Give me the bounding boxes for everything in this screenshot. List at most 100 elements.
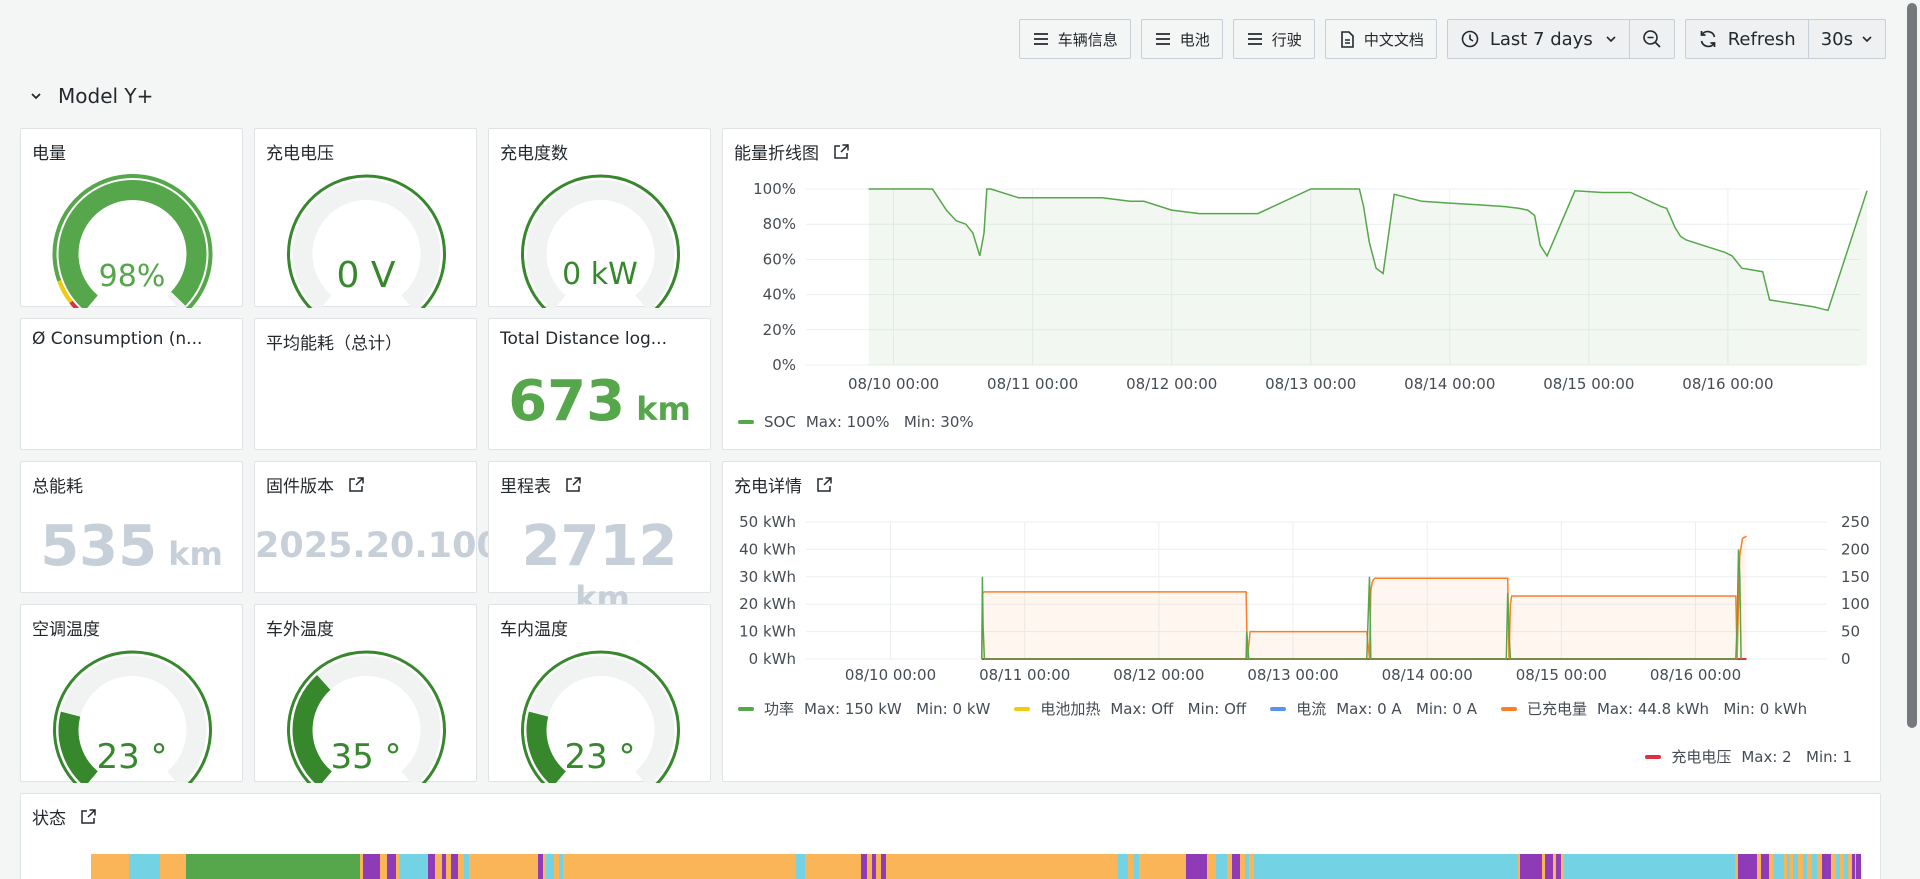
stat-value: 535 <box>40 514 158 579</box>
status-panel: 状态 <box>20 793 1881 879</box>
dashboard-toolbar: 车辆信息 电池 行驶 中文文档 Last 7 days Refresh 30s <box>1018 19 1886 59</box>
menu-lines-icon <box>1154 30 1172 48</box>
panel-title-group: 里程表 <box>500 472 582 497</box>
inside-temp-panel: 车内温度 23 ° <box>488 604 711 783</box>
time-range-picker[interactable]: Last 7 days <box>1448 20 1630 58</box>
y-tick-label: 60% <box>763 250 796 268</box>
refresh-label: Refresh <box>1727 28 1796 50</box>
docs-label: 中文文档 <box>1363 30 1424 49</box>
refresh-icon <box>1698 29 1718 49</box>
ac-temp-gauge: 23 ° <box>53 650 212 783</box>
status-segment <box>185 854 360 879</box>
stat-unit: km <box>168 535 223 573</box>
energy-chart-panel: 能量折线图 0% 20% 40% 60% 80% 100% 08/10 00:00 08/11… <box>722 128 1881 450</box>
x-tick-label: 08/14 00:00 <box>1382 666 1473 684</box>
status-segment <box>1118 854 1128 879</box>
y-left-tick-label: 40 kWh <box>739 540 796 558</box>
chevron-down-icon <box>30 92 42 100</box>
firmware-panel: 固件版本 2025.20.100 <box>254 461 501 593</box>
charge-voltage-panel: 充电电压 0 V <box>254 128 477 308</box>
status-segment <box>860 854 867 879</box>
odometer-panel: 里程表 2712 km <box>488 461 711 617</box>
menu-lines-icon <box>1032 30 1050 48</box>
charge-kw-gauge: 0 kW <box>521 174 680 308</box>
refresh-interval-picker[interactable]: 30s <box>1809 20 1885 58</box>
legend-name: 电池加热 <box>1040 700 1101 718</box>
panel-title-group: 状态 <box>32 804 97 829</box>
status-segment <box>1244 854 1250 879</box>
x-tick-label: 08/14 00:00 <box>1404 375 1495 393</box>
status-segment <box>1856 854 1861 879</box>
total-energy-panel: 总能耗 535 km <box>20 461 243 593</box>
y-tick-label: 20% <box>763 321 796 339</box>
legend-item: 电流 Max: 0 A Min: 0 A <box>1270 698 1487 719</box>
zoom-out-button[interactable] <box>1630 20 1674 58</box>
gauge-value: 98% <box>99 259 166 294</box>
panel-title: Ø Consumption (n... <box>32 329 203 349</box>
y-right-tick-label: 150 <box>1841 568 1870 586</box>
x-tick-label: 08/15 00:00 <box>1543 375 1634 393</box>
x-tick-label: 08/10 00:00 <box>848 375 939 393</box>
refresh-button[interactable]: Refresh <box>1686 20 1809 58</box>
drive-link[interactable]: 行驶 <box>1232 19 1315 59</box>
panel-title: 平均能耗（总计） <box>266 334 402 354</box>
x-tick-label: 08/11 00:00 <box>987 375 1078 393</box>
status-segment <box>464 854 469 879</box>
panel-title: 状态 <box>32 809 66 829</box>
vehicle-info-link[interactable]: 车辆信息 <box>1018 19 1131 59</box>
battery-link[interactable]: 电池 <box>1140 19 1223 59</box>
legend-item: 已充电量 Max: 44.8 kWh Min: 0 kWh <box>1500 698 1817 719</box>
consumption-panel: Ø Consumption (n... <box>20 318 243 450</box>
status-segment <box>1556 854 1561 879</box>
document-icon <box>1338 30 1356 48</box>
status-segment <box>1851 854 1855 879</box>
stat-value-group: 673 km <box>489 369 710 434</box>
external-link-icon[interactable] <box>348 476 365 493</box>
status-segment <box>386 854 396 879</box>
external-link-icon[interactable] <box>80 808 97 825</box>
y-left-tick-label: 10 kWh <box>739 623 796 641</box>
x-tick-label: 08/12 00:00 <box>1113 666 1204 684</box>
y-tick-label: 80% <box>763 215 796 233</box>
status-segment <box>1786 854 1790 879</box>
y-left-tick-label: 0 kWh <box>749 650 796 668</box>
chart-legend: SOC Max: 100% Min: 30% <box>738 413 974 431</box>
page-scrollbar[interactable] <box>1907 3 1917 728</box>
charge-kw-panel: 充电度数 0 kW <box>488 128 711 308</box>
status-segment <box>128 854 161 879</box>
legend-name: 已充电量 <box>1526 700 1587 718</box>
status-segment <box>558 854 564 879</box>
gauge-value: 23 ° <box>96 737 167 777</box>
gauge-value-arc <box>526 711 567 783</box>
chevron-down-icon <box>1605 35 1617 43</box>
status-segment <box>1254 854 1518 879</box>
status-segment <box>1761 854 1770 879</box>
legend-series-name: SOC <box>764 413 796 431</box>
gauge-value: 0 kW <box>562 257 638 292</box>
status-segment <box>427 854 436 879</box>
gauge-value: 0 V <box>337 255 396 296</box>
panel-title: 固件版本 <box>266 477 334 497</box>
status-segment <box>1812 854 1817 879</box>
y-right-tick-label: 100 <box>1841 595 1870 613</box>
legend-stats: Max: 2 Min: 1 <box>1741 747 1852 766</box>
legend-stats: Max: 0 A Min: 0 A <box>1336 699 1477 718</box>
legend-name: 电流 <box>1296 700 1327 718</box>
row-header[interactable]: Model Y+ <box>30 84 153 108</box>
total-distance-panel: Total Distance log... 673 km <box>488 318 711 450</box>
status-segment <box>441 854 447 879</box>
stat-value: 2712 <box>521 514 678 579</box>
docs-link[interactable]: 中文文档 <box>1324 19 1437 59</box>
stat-value: 673 <box>508 369 626 434</box>
stat-value-group: 2712 km <box>489 514 710 617</box>
y-left-tick-label: 20 kWh <box>739 595 796 613</box>
panel-title: Total Distance log... <box>500 329 667 349</box>
ac-temp-panel: 空调温度 23 ° <box>20 604 243 783</box>
external-link-icon[interactable] <box>565 476 582 493</box>
legend-name: 充电电压 <box>1671 748 1732 766</box>
y-left-tick-label: 30 kWh <box>739 568 796 586</box>
outside-temp-panel: 车外温度 35 ° <box>254 604 477 783</box>
status-segment <box>1821 854 1831 879</box>
status-segment <box>362 854 381 879</box>
panel-title: 总能耗 <box>32 477 83 497</box>
